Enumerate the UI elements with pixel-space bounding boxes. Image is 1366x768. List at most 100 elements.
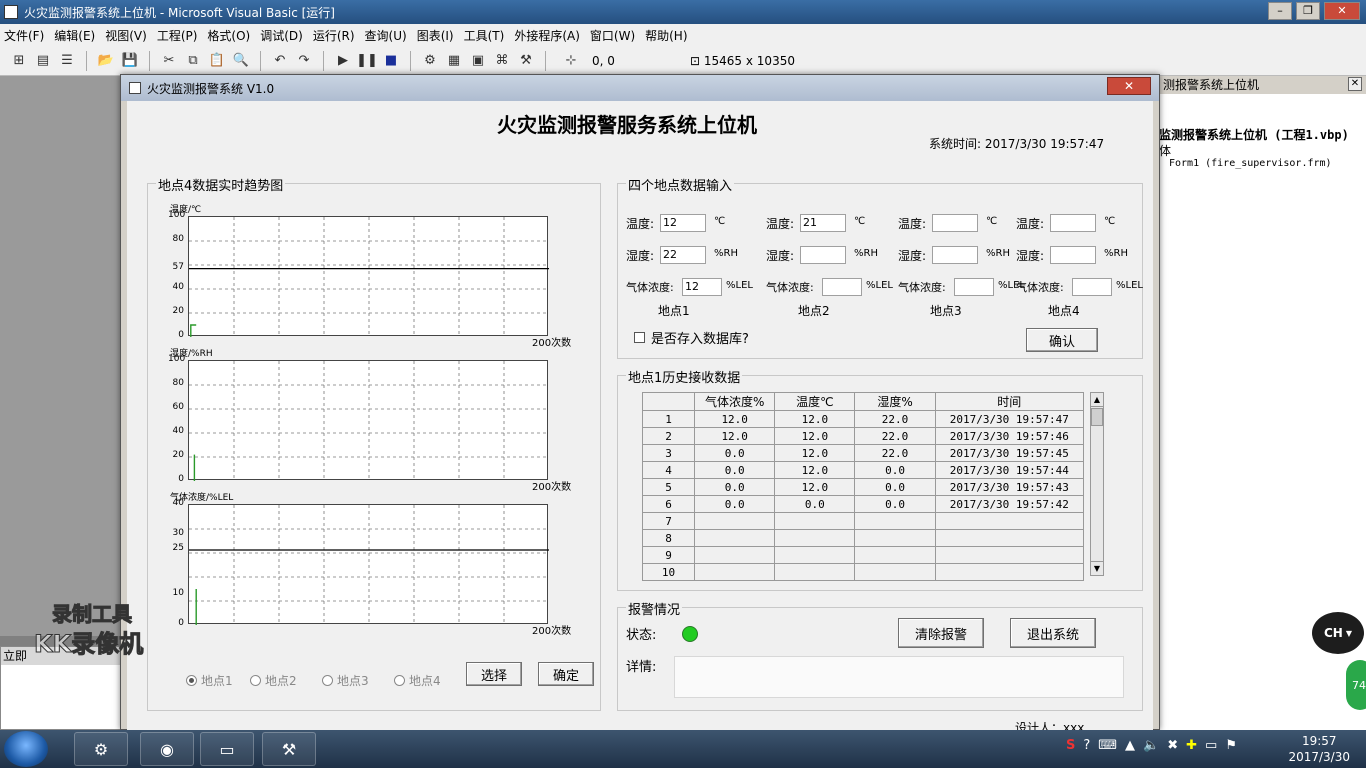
row-number-cell[interactable]: 6: [641, 495, 696, 513]
scroll-down-icon[interactable]: ▼: [1091, 561, 1103, 575]
radio-dot[interactable]: [186, 675, 197, 686]
show-hidden-icon[interactable]: ▲: [1125, 738, 1135, 753]
grid-cell[interactable]: [854, 546, 936, 564]
run-icon[interactable]: ▶: [334, 52, 352, 70]
site-4-humid-input[interactable]: [1050, 246, 1096, 264]
grid-cell[interactable]: 22.0: [854, 410, 936, 428]
scroll-thumb[interactable]: [1091, 408, 1103, 426]
row-number-cell[interactable]: 2: [641, 427, 696, 445]
table-row[interactable]: 7: [641, 512, 1085, 530]
grid-cell[interactable]: [934, 529, 1085, 547]
row-number-cell[interactable]: 8: [641, 529, 696, 547]
grid-cell[interactable]: [774, 512, 856, 530]
grid-header-cell[interactable]: 温度℃: [774, 392, 856, 411]
row-number-cell[interactable]: 1: [641, 410, 696, 428]
row-number-cell[interactable]: 4: [641, 461, 696, 479]
help-icon[interactable]: ?: [1083, 738, 1090, 753]
site-1-temp-input[interactable]: 12: [660, 214, 706, 232]
explorer-taskbar-icon[interactable]: ▭: [200, 732, 254, 766]
grid-cell[interactable]: [854, 529, 936, 547]
grid-cell[interactable]: 0.0: [854, 495, 936, 513]
grid-cell[interactable]: 22.0: [854, 444, 936, 462]
grid-cell[interactable]: 22.0: [854, 427, 936, 445]
menu-item[interactable]: 图表(I): [417, 27, 454, 44]
history-scrollbar[interactable]: ▲ ▼: [1090, 392, 1104, 576]
checkbox-box[interactable]: [634, 332, 645, 343]
table-row[interactable]: 3 0.0 12.0 22.0 2017/3/30 19:57:45: [641, 444, 1085, 462]
menu-item[interactable]: 窗口(W): [590, 27, 635, 44]
site-2-gas-input[interactable]: [822, 278, 862, 296]
grid-cell[interactable]: 0.0: [694, 461, 776, 479]
clear-alarm-button[interactable]: 清除报警: [898, 618, 984, 648]
table-row[interactable]: 8: [641, 529, 1085, 547]
addon-icon[interactable]: ✚: [1186, 738, 1197, 753]
site-3-temp-input[interactable]: [932, 214, 978, 232]
history-grid[interactable]: 气体浓度% 温度℃ 湿度% 时间 1 12.0 12.0 22.0 2017/3/30 19:…: [641, 392, 1085, 581]
menu-item[interactable]: 帮助(H): [645, 27, 687, 44]
grid-cell[interactable]: [694, 563, 776, 581]
menu-item[interactable]: 查询(U): [365, 27, 407, 44]
grid-header-cell[interactable]: 气体浓度%: [694, 392, 776, 411]
exit-system-button[interactable]: 退出系统: [1010, 618, 1096, 648]
network-icon[interactable]: ✖: [1167, 738, 1178, 753]
ime-icon[interactable]: S: [1066, 738, 1075, 753]
paste-icon[interactable]: 📋: [208, 52, 226, 70]
redo-icon[interactable]: ↷: [295, 52, 313, 70]
site-2-temp-input[interactable]: 21: [800, 214, 846, 232]
confirm-button[interactable]: 确定: [538, 662, 594, 686]
grid-cell[interactable]: [934, 512, 1085, 530]
grid-cell[interactable]: 0.0: [854, 461, 936, 479]
radio-dot[interactable]: [394, 675, 405, 686]
object-browser-icon[interactable]: ⌘: [493, 52, 511, 70]
add-project-icon[interactable]: ⊞: [10, 52, 28, 70]
table-row[interactable]: 9: [641, 546, 1085, 564]
scroll-up-icon[interactable]: ▲: [1091, 393, 1103, 407]
add-form-icon[interactable]: ▤: [34, 52, 52, 70]
radio-site-4[interactable]: 地点4: [394, 672, 441, 689]
site-4-gas-input[interactable]: [1072, 278, 1112, 296]
tools-taskbar-icon[interactable]: ⚒: [262, 732, 316, 766]
menu-item[interactable]: 调试(D): [260, 27, 303, 44]
menu-item[interactable]: 文件(F): [4, 27, 44, 44]
forms-folder-node[interactable]: 体: [1159, 142, 1171, 159]
copy-icon[interactable]: ⧉: [184, 52, 202, 70]
project-explorer-icon[interactable]: ⚙: [421, 52, 439, 70]
row-number-cell[interactable]: 7: [641, 512, 696, 530]
grid-cell[interactable]: 12.0: [694, 427, 776, 445]
grid-cell[interactable]: [694, 512, 776, 530]
grid-header-cell[interactable]: 湿度%: [854, 392, 936, 411]
grid-cell[interactable]: [774, 529, 856, 547]
grid-cell[interactable]: 2017/3/30 19:57:42: [934, 495, 1085, 513]
grid-cell[interactable]: [774, 546, 856, 564]
menu-item[interactable]: 运行(R): [313, 27, 355, 44]
find-icon[interactable]: 🔍: [232, 52, 250, 70]
stop-icon[interactable]: ■: [382, 52, 400, 70]
grid-cell[interactable]: 2017/3/30 19:57:45: [934, 444, 1085, 462]
row-number-cell[interactable]: 10: [641, 563, 696, 581]
radio-site-1[interactable]: 地点1: [186, 672, 233, 689]
grid-cell[interactable]: [694, 546, 776, 564]
app-close-button[interactable]: ✕: [1107, 77, 1151, 95]
pause-icon[interactable]: ❚❚: [356, 52, 378, 70]
open-icon[interactable]: 📂: [97, 52, 115, 70]
grid-cell[interactable]: 0.0: [694, 495, 776, 513]
ok-button[interactable]: 确认: [1026, 328, 1098, 352]
toolbox-icon[interactable]: ⚒: [517, 52, 535, 70]
grid-cell[interactable]: 12.0: [774, 461, 856, 479]
row-number-cell[interactable]: 3: [641, 444, 696, 462]
grid-header-cell[interactable]: [641, 392, 696, 411]
select-button[interactable]: 选择: [466, 662, 522, 686]
restore-button[interactable]: ❐: [1296, 2, 1320, 20]
grid-cell[interactable]: [854, 512, 936, 530]
grid-cell[interactable]: 2017/3/30 19:57:44: [934, 461, 1085, 479]
menu-item[interactable]: 外接程序(A): [514, 27, 580, 44]
grid-cell[interactable]: 2017/3/30 19:57:43: [934, 478, 1085, 496]
table-row[interactable]: 4 0.0 12.0 0.0 2017/3/30 19:57:44: [641, 461, 1085, 479]
grid-cell[interactable]: 0.0: [854, 478, 936, 496]
table-row[interactable]: 5 0.0 12.0 0.0 2017/3/30 19:57:43: [641, 478, 1085, 496]
row-number-cell[interactable]: 5: [641, 478, 696, 496]
table-row[interactable]: 6 0.0 0.0 0.0 2017/3/30 19:57:42: [641, 495, 1085, 513]
grid-cell[interactable]: 12.0: [774, 478, 856, 496]
undo-icon[interactable]: ↶: [271, 52, 289, 70]
site-3-humid-input[interactable]: [932, 246, 978, 264]
